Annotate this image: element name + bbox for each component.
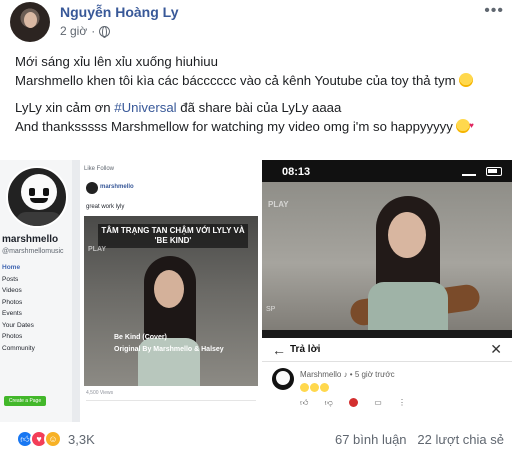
fb-menu-item: Photos (2, 333, 23, 340)
post-line-4: And thanksssss Marshmellow for watching … (15, 116, 505, 136)
fb-post-actions (86, 400, 256, 420)
phone-time: 08:13 (282, 166, 311, 178)
youtube-video: PLAY SP (262, 182, 512, 330)
post-line-1: Mới sáng xỉu lên xỉu xuống hiuhiuu (15, 54, 218, 69)
fb-menu-item: Videos (2, 287, 22, 294)
smiley-emoji-icon (310, 382, 319, 392)
smiley-emoji-icon (300, 382, 309, 392)
sad-emoji-icon (458, 73, 473, 87)
fb-menu-item: Home (2, 264, 21, 271)
care-reaction-icon: ☺ (44, 430, 62, 448)
more-vert-icon: ⋮ (398, 398, 406, 407)
fb-page-handle: @marshmellomusic (2, 248, 64, 255)
phone-status-bar: 08:13 (262, 160, 512, 182)
fb-video-caption-2: Original By Marshmello & Halsey (114, 346, 224, 353)
reply-author: Marshmello ♪ • 5 giờ trước (300, 370, 395, 379)
share-count[interactable]: 22 lượt chia sẻ (417, 432, 504, 447)
post-footer: 👍︎ ♥ ☺ 3,3K 67 bình luận 22 lượt chia sẻ (0, 424, 512, 458)
play-watermark: PLAY (268, 200, 289, 209)
post-image-left[interactable]: marshmello @marshmellomusic Home Posts V… (0, 160, 260, 422)
fb-menu-item: Posts (2, 275, 19, 283)
reply-emojis (300, 382, 330, 393)
singer-figure (134, 256, 204, 386)
singer-figure (362, 196, 452, 330)
thumbs-up-icon: 👍︎ (300, 398, 309, 407)
engagement-counts: 67 bình luận 22 lượt chia sẻ (335, 432, 504, 447)
heart-badge-icon (348, 398, 358, 408)
reply-actions: 👍︎ 👎︎ ▭ ⋮ (300, 398, 510, 414)
reply-header: ← Trả lời ✕ (262, 338, 512, 362)
fb-menu-item: Community (2, 344, 35, 352)
close-icon: ✕ (490, 341, 502, 357)
marshmello-avatar (6, 166, 68, 228)
smiley-emoji-icon (320, 382, 329, 392)
reactions-summary[interactable]: 👍︎ ♥ ☺ 3,3K (16, 430, 95, 448)
hashtag-link[interactable]: #Universal (114, 100, 176, 115)
globe-icon (99, 25, 111, 38)
fb-post-top-actions: Like Follow (84, 166, 115, 172)
marshmello-avatar (272, 368, 294, 390)
battery-icon (486, 167, 502, 176)
post-meta: 2 giờ · (60, 24, 111, 38)
sp-watermark: SP (266, 306, 276, 313)
fb-post-avatar (86, 182, 98, 194)
fb-post-caption: great work lyly (86, 204, 125, 210)
post-image-right[interactable]: 08:13 PLAY SP ← Trả lời ✕ Marshmello ♪ •… (262, 160, 512, 422)
create-page-button: Create a Page (4, 396, 46, 406)
thumbs-down-icon: 👎︎ (324, 398, 333, 407)
fb-menu-item: Events (2, 310, 22, 317)
fb-menu-item: Your Dates (2, 321, 34, 329)
comment-icon: ▭ (374, 398, 382, 407)
fb-video-caption-1: Be Kind (Cover) (114, 334, 167, 341)
play-watermark: PLAY (88, 246, 107, 253)
video-progress-bar (262, 330, 512, 338)
author-avatar[interactable] (10, 2, 50, 42)
author-name[interactable]: Nguyễn Hoàng Ly (60, 4, 179, 20)
fb-menu-item: Photos (2, 298, 23, 306)
reply-title: Trả lời (290, 344, 321, 355)
reaction-count: 3,3K (68, 431, 95, 447)
fb-video-views: 4,500 Views (86, 390, 114, 396)
fb-page-name: marshmello (2, 234, 59, 245)
post-line-2: Marshmello khen tôi kìa các bácccccc vào… (15, 71, 505, 90)
post-header: Nguyễn Hoàng Ly 2 giờ · ••• (0, 0, 512, 46)
fb-page-menu: Home Posts Videos Photos Events Your Dat… (2, 262, 68, 354)
signal-icon (462, 168, 476, 176)
in-love-emoji-icon (455, 116, 474, 135)
post-text: Mới sáng xỉu lên xỉu xuống hiuhiuu Marsh… (15, 52, 505, 136)
fb-post-author: marshmello (100, 184, 134, 190)
fb-video-thumbnail: TÂM TRẠNG TAN CHẬM VỚI LYLY VÀ 'BE KIND'… (84, 216, 258, 386)
fb-page-sidebar: marshmello @marshmellomusic Home Posts V… (0, 160, 72, 422)
fb-video-title: TÂM TRẠNG TAN CHẬM VỚI LYLY VÀ 'BE KIND' (98, 224, 248, 248)
back-arrow-icon: ← (272, 342, 286, 358)
youtube-reply-panel: ← Trả lời ✕ Marshmello ♪ • 5 giờ trước 👍… (262, 338, 512, 422)
post-time[interactable]: 2 giờ (60, 24, 87, 38)
comment-count[interactable]: 67 bình luận (335, 432, 407, 447)
fb-embedded-post: Like Follow marshmello great work lyly T… (80, 160, 258, 422)
post-line-3: LyLy xin cảm ơn #Universal đã share bài … (15, 100, 342, 115)
more-options-icon[interactable]: ••• (484, 2, 504, 20)
